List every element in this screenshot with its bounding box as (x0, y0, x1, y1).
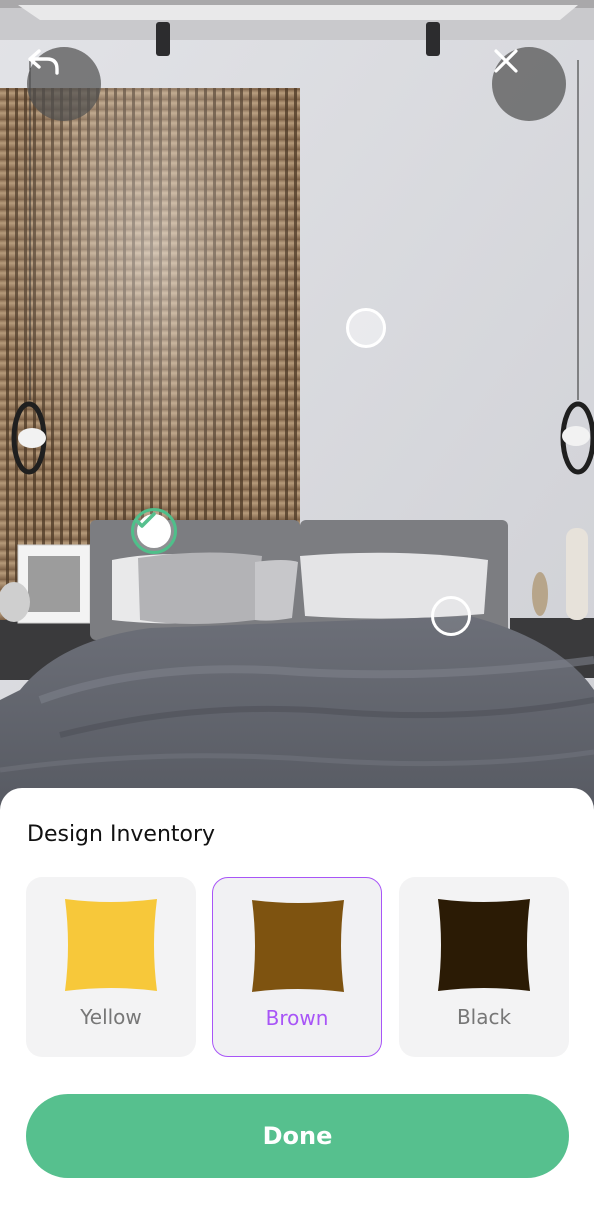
color-options: Yellow Brown Black (26, 877, 569, 1057)
pillow-brown-icon (252, 900, 344, 992)
close-icon (494, 49, 518, 73)
bed-hotspot[interactable] (431, 596, 471, 636)
option-card-black[interactable]: Black (399, 877, 569, 1057)
back-button[interactable] (27, 47, 101, 121)
option-card-brown[interactable]: Brown (212, 877, 382, 1057)
undo-arrow-icon (28, 49, 59, 75)
pillow-black-icon (438, 899, 530, 991)
close-button[interactable] (492, 47, 566, 121)
sheet-title: Design Inventory (27, 822, 216, 847)
hotspot-inner (134, 512, 171, 548)
checkmark-icon (134, 512, 156, 528)
option-label: Brown (265, 1006, 329, 1030)
option-label: Black (456, 1005, 512, 1029)
pillow-hotspot-selected[interactable] (131, 508, 177, 554)
wall-hotspot[interactable] (346, 308, 386, 348)
bottom-sheet: Design Inventory Yellow Brown Black Done (0, 788, 594, 1212)
option-label: Yellow (80, 1005, 142, 1029)
bedroom-photo (0, 0, 594, 830)
done-button[interactable]: Done (26, 1094, 569, 1178)
pillow-yellow-icon (65, 899, 157, 991)
room-preview (0, 0, 594, 830)
option-card-yellow[interactable]: Yellow (26, 877, 196, 1057)
